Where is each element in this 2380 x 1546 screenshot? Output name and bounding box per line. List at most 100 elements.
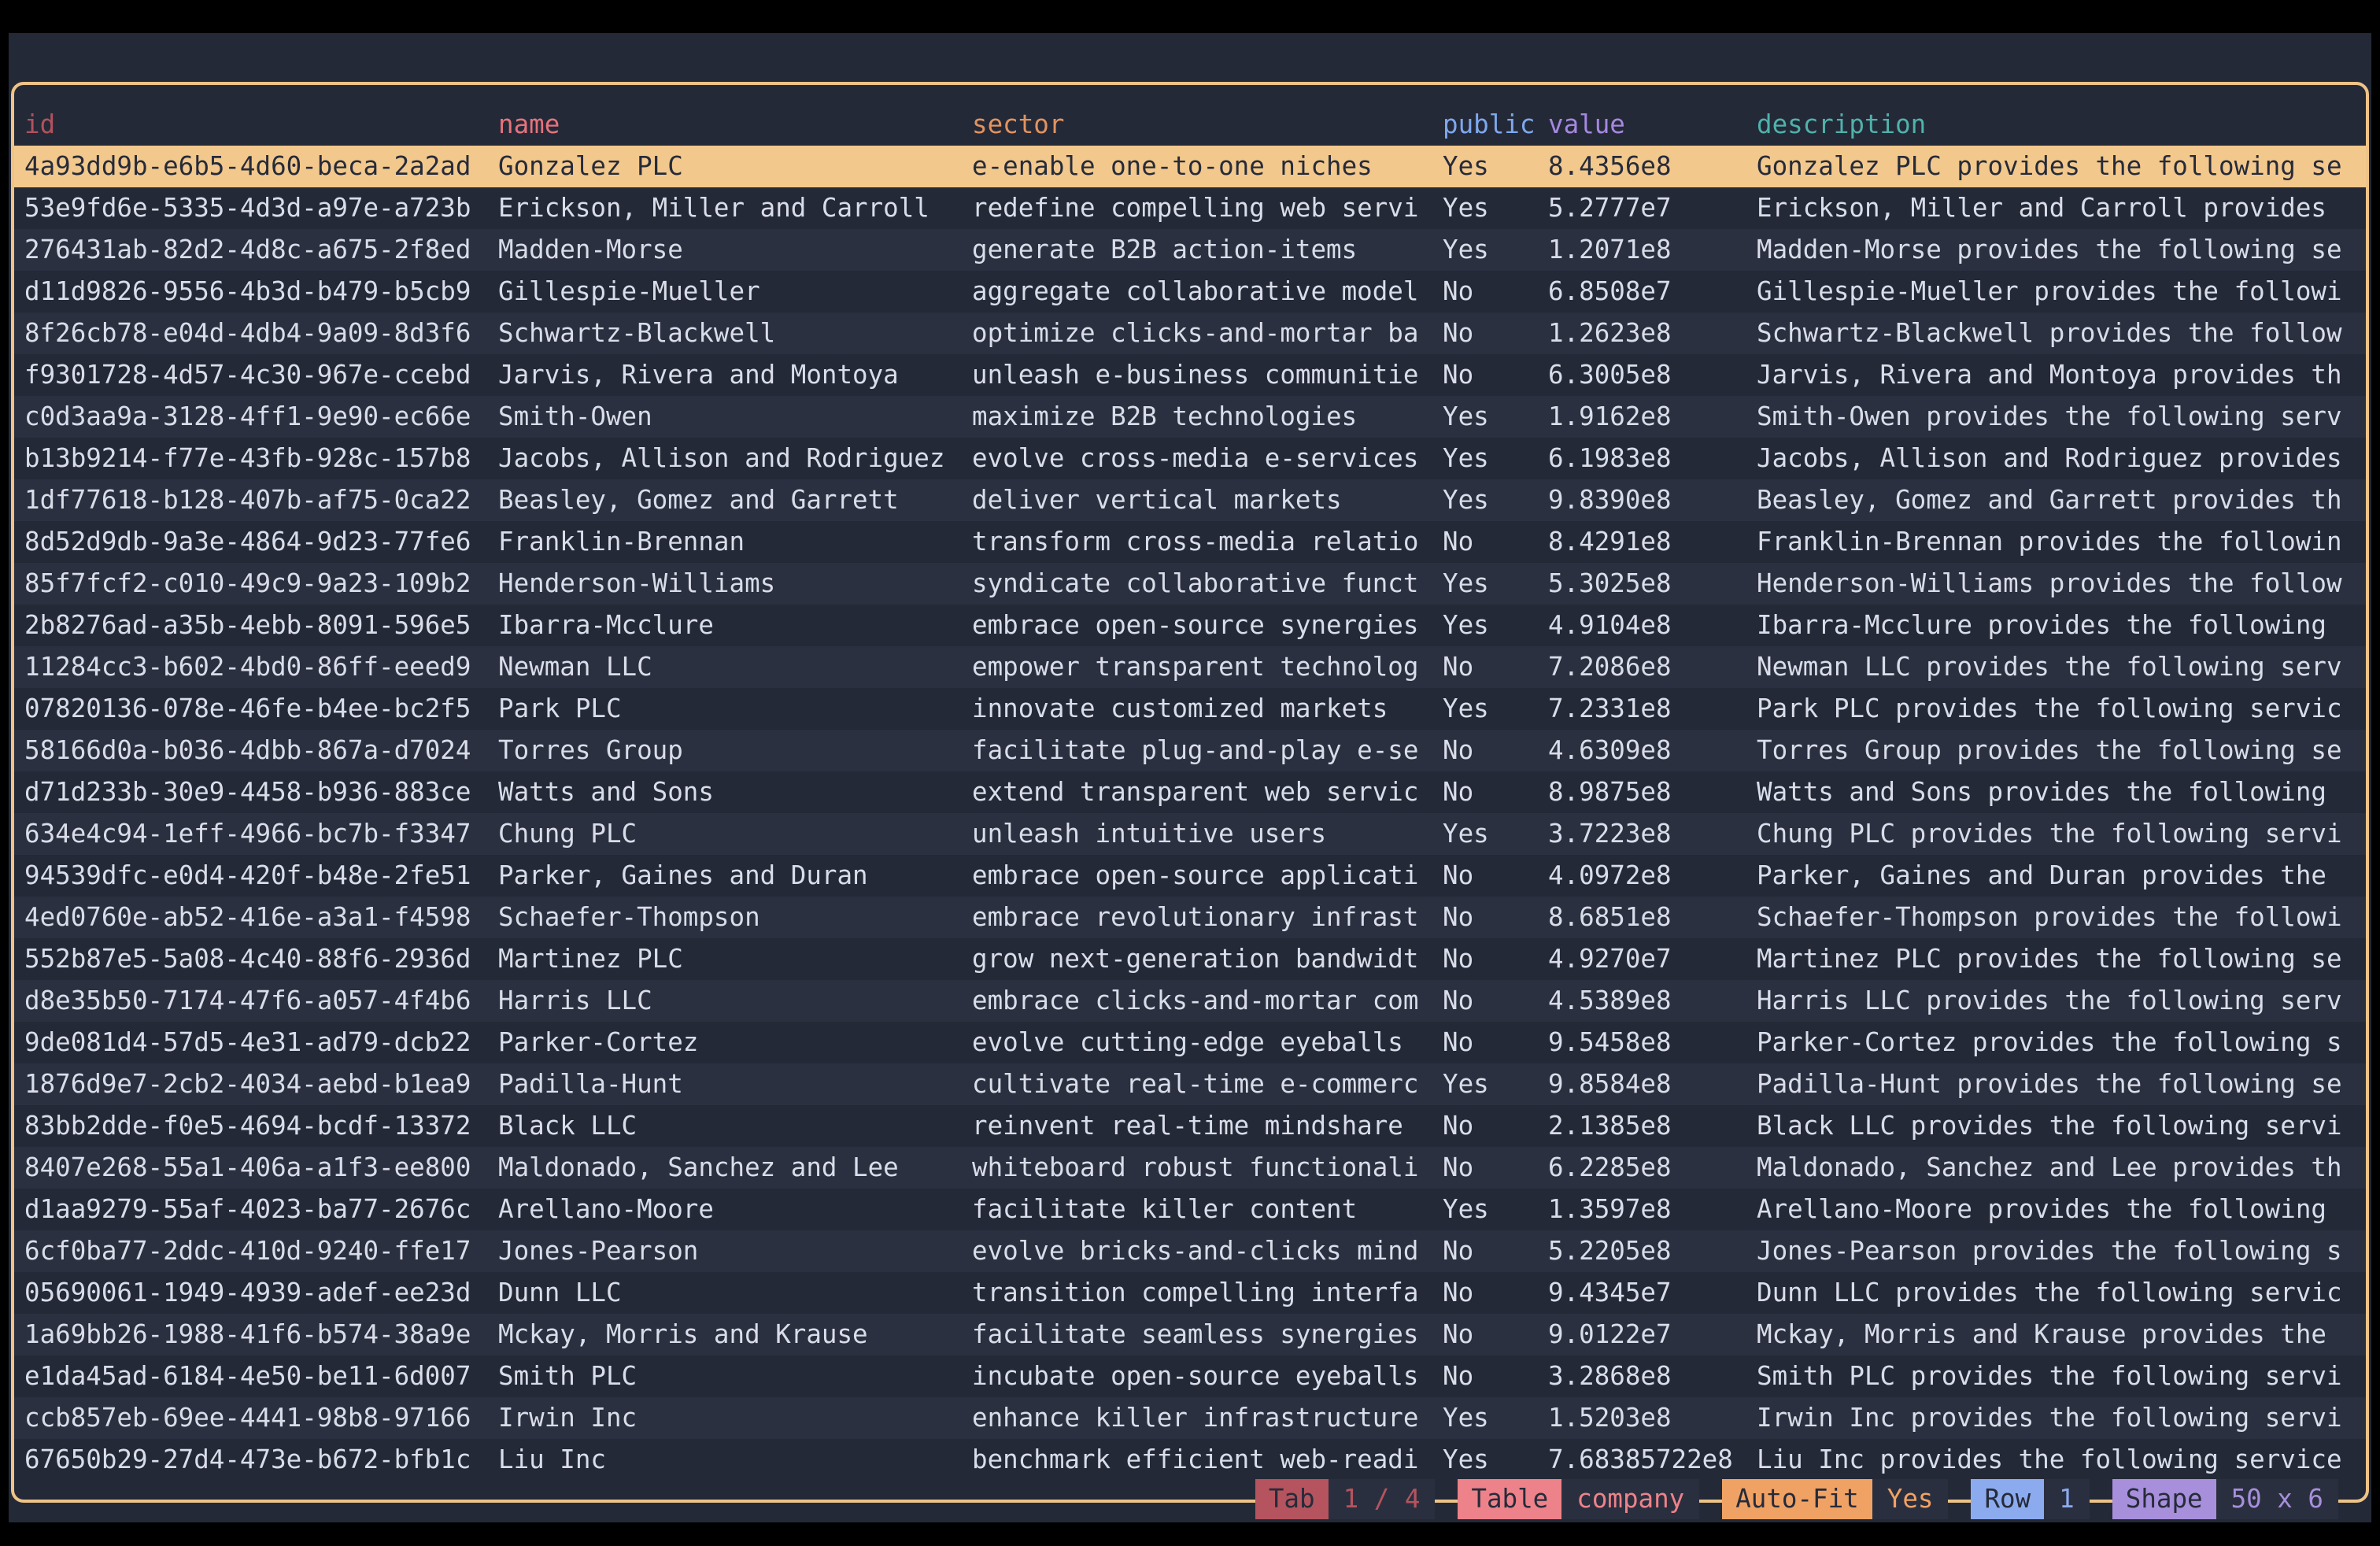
table-row[interactable]: 1876d9e7-2cb2-4034-aebd-b1ea9Padilla-Hun… <box>14 1063 2366 1105</box>
cell-sector: cultivate real-time e-commerc <box>972 1063 1443 1105</box>
table-row[interactable]: d1aa9279-55af-4023-ba77-2676cArellano-Mo… <box>14 1189 2366 1230</box>
cell-name: Irwin Inc <box>498 1397 972 1439</box>
cell-id: 1df77618-b128-407b-af75-0ca22 <box>24 479 498 521</box>
cell-value: 5.2205e8 <box>1548 1230 1757 1272</box>
cell-value: 8.4356e8 <box>1548 146 1757 187</box>
cell-id: 07820136-078e-46fe-b4ee-bc2f5 <box>24 688 498 730</box>
table-row[interactable]: ccb857eb-69ee-4441-98b8-97166Irwin Incen… <box>14 1397 2366 1439</box>
table-row[interactable]: 4ed0760e-ab52-416e-a3a1-f4598Schaefer-Th… <box>14 897 2366 938</box>
cell-public: No <box>1443 1272 1548 1314</box>
cell-sector: incubate open-source eyeballs <box>972 1356 1443 1397</box>
table-row[interactable]: 276431ab-82d2-4d8c-a675-2f8edMadden-Mors… <box>14 229 2366 271</box>
cell-public: No <box>1443 646 1548 688</box>
cell-sector: evolve cross-media e-services <box>972 438 1443 479</box>
table-row[interactable]: 58166d0a-b036-4dbb-867a-d7024 Torres Grou… <box>14 730 2366 771</box>
cell-sector: empower transparent technolog <box>972 646 1443 688</box>
cell-id: b13b9214-f77e-43fb-928c-157b8 <box>24 438 498 479</box>
table-row[interactable]: 07820136-078e-46fe-b4ee-bc2f5Park PLCinn… <box>14 688 2366 730</box>
cell-sector: evolve cutting-edge eyeballs <box>972 1022 1443 1063</box>
cell-name: Dunn LLC <box>498 1272 972 1314</box>
table-row[interactable]: d71d233b-30e9-4458-b936-883ceWatts and S… <box>14 771 2366 813</box>
cell-value: 4.0972e8 <box>1548 855 1757 897</box>
cell-value: 4.9270e7 <box>1548 938 1757 980</box>
column-header-value: value <box>1548 104 1757 146</box>
cell-value: 5.2777e7 <box>1548 187 1757 229</box>
cell-id: 1a69bb26-1988-41f6-b574-38a9e <box>24 1314 498 1356</box>
table-row[interactable]: 67650b29-27d4-473e-b672-bfb1cLiu Incbenc… <box>14 1439 2366 1481</box>
cell-value: 3.7223e8 <box>1548 813 1757 855</box>
cell-name: Newman LLC <box>498 646 972 688</box>
cell-public: Yes <box>1443 1397 1548 1439</box>
status-value: Yes <box>1872 1479 1949 1519</box>
table-row[interactable]: 94539dfc-e0d4-420f-b48e-2fe51Parker, Gai… <box>14 855 2366 897</box>
cell-value: 1.2071e8 <box>1548 229 1757 271</box>
table-row[interactable]: 8d52d9db-9a3e-4864-9d23-77fe6Franklin-Br… <box>14 521 2366 563</box>
cell-description: Jones-Pearson provides the following s <box>1757 1230 2366 1272</box>
table-row[interactable]: d11d9826-9556-4b3d-b479-b5cb9Gillespie-M… <box>14 271 2366 313</box>
table-row[interactable]: f9301728-4d57-4c30-967e-ccebdJarvis, Riv… <box>14 354 2366 396</box>
cell-name: Watts and Sons <box>498 771 972 813</box>
cell-public: No <box>1443 1230 1548 1272</box>
table-row[interactable]: b13b9214-f77e-43fb-928c-157b8Jacobs, All… <box>14 438 2366 479</box>
table-row[interactable]: 85f7fcf2-c010-49c9-9a23-109b2 Henderson-W… <box>14 563 2366 605</box>
table-rows: 4a93dd9b-e6b5-4d60-beca-2a2adGonzalez PL… <box>14 146 2366 1481</box>
cell-sector: unleash intuitive users <box>972 813 1443 855</box>
cell-id: d11d9826-9556-4b3d-b479-b5cb9 <box>24 271 498 313</box>
cell-description: Henderson-Williams provides the follow <box>1757 563 2366 605</box>
cell-name: Chung PLC <box>498 813 972 855</box>
table-row[interactable]: 1a69bb26-1988-41f6-b574-38a9eMckay, Morr… <box>14 1314 2366 1356</box>
status-label: Tab <box>1255 1479 1329 1519</box>
cell-value: 2.1385e8 <box>1548 1105 1757 1147</box>
cell-name: Liu Inc <box>498 1439 972 1481</box>
cell-name: Jarvis, Rivera and Montoya <box>498 354 972 396</box>
cell-sector: grow next-generation bandwidt <box>972 938 1443 980</box>
cell-name: Jones-Pearson <box>498 1230 972 1272</box>
cell-value: 1.3597e8 <box>1548 1189 1757 1230</box>
cell-id: 58166d0a-b036-4dbb-867a-d7024 <box>24 730 498 771</box>
cell-value: 3.2868e8 <box>1548 1356 1757 1397</box>
cell-value: 1.9162e8 <box>1548 396 1757 438</box>
cell-name: Madden-Morse <box>498 229 972 271</box>
table-row[interactable]: 6cf0ba77-2ddc-410d-9240-ffe17Jones-Pears… <box>14 1230 2366 1272</box>
cell-sector: embrace clicks-and-mortar com <box>972 980 1443 1022</box>
table-row[interactable]: d8e35b50-7174-47f6-a057-4f4b6Harris LLCe… <box>14 980 2366 1022</box>
cell-sector: e-enable one-to-one niches <box>972 146 1443 187</box>
cell-value: 9.5458e8 <box>1548 1022 1757 1063</box>
table-row[interactable]: 53e9fd6e-5335-4d3d-a97e-a723bErickson, M… <box>14 187 2366 229</box>
cell-description: Newman LLC provides the following serv <box>1757 646 2366 688</box>
cell-sector: facilitate seamless synergies <box>972 1314 1443 1356</box>
cell-public: No <box>1443 980 1548 1022</box>
cell-sector: reinvent real-time mindshare <box>972 1105 1443 1147</box>
cell-public: Yes <box>1443 1063 1548 1105</box>
terminal-window: idnamesectorpublicvaluedescription 4a93d… <box>9 33 2371 1522</box>
cell-id: 4ed0760e-ab52-416e-a3a1-f4598 <box>24 897 498 938</box>
cell-public: No <box>1443 1105 1548 1147</box>
table-row[interactable]: 1df77618-b128-407b-af75-0ca22Beasley, Go… <box>14 479 2366 521</box>
table-row[interactable]: 83bb2dde-f0e5-4694-bcdf-13372Black LLCre… <box>14 1105 2366 1147</box>
table-row[interactable]: 9de081d4-57d5-4e31-ad79-dcb22Parker-Cort… <box>14 1022 2366 1063</box>
cell-description: Torres Group provides the following se <box>1757 730 2366 771</box>
table-row[interactable]: c0d3aa9a-3128-4ff1-9e90-ec66eSmith-Owenm… <box>14 396 2366 438</box>
cell-value: 7.68385722e8 <box>1548 1439 1757 1481</box>
cell-public: No <box>1443 271 1548 313</box>
table-row[interactable]: e1da45ad-6184-4e50-be11-6d007Smith PLCin… <box>14 1356 2366 1397</box>
status-value: 1 / 4 <box>1329 1479 1436 1519</box>
table-row[interactable]: 8407e268-55a1-406a-a1f3-ee800Maldonado, … <box>14 1147 2366 1189</box>
table-row[interactable]: 552b87e5-5a08-4c40-88f6-2936dMartinez PL… <box>14 938 2366 980</box>
table-row[interactable]: 11284cc3-b602-4bd0-86ff-eeed9Newman LLCe… <box>14 646 2366 688</box>
cell-id: 85f7fcf2-c010-49c9-9a23-109b2 <box>24 563 498 605</box>
table-row[interactable]: 2b8276ad-a35b-4ebb-8091-596e5Ibarra-Mccl… <box>14 605 2366 646</box>
table-row[interactable]: 8f26cb78-e04d-4db4-9a09-8d3f6Schwartz-Bl… <box>14 313 2366 354</box>
table-row-selected[interactable]: 4a93dd9b-e6b5-4d60-beca-2a2adGonzalez PL… <box>14 146 2366 187</box>
cell-sector: deliver vertical markets <box>972 479 1443 521</box>
table-row[interactable]: 634e4c94-1eff-4966-bc7b-f3347Chung PLCun… <box>14 813 2366 855</box>
cell-value: 4.5389e8 <box>1548 980 1757 1022</box>
cell-sector: aggregate collaborative model <box>972 271 1443 313</box>
table-row[interactable]: 05690061-1949-4939-adef-ee23dDunn LLCtra… <box>14 1272 2366 1314</box>
cell-sector: maximize B2B technologies <box>972 396 1443 438</box>
cell-public: No <box>1443 730 1548 771</box>
cell-description: Martinez PLC provides the following se <box>1757 938 2366 980</box>
cell-name: Erickson, Miller and Carroll <box>498 187 972 229</box>
cell-id: 11284cc3-b602-4bd0-86ff-eeed9 <box>24 646 498 688</box>
cell-id: ccb857eb-69ee-4441-98b8-97166 <box>24 1397 498 1439</box>
